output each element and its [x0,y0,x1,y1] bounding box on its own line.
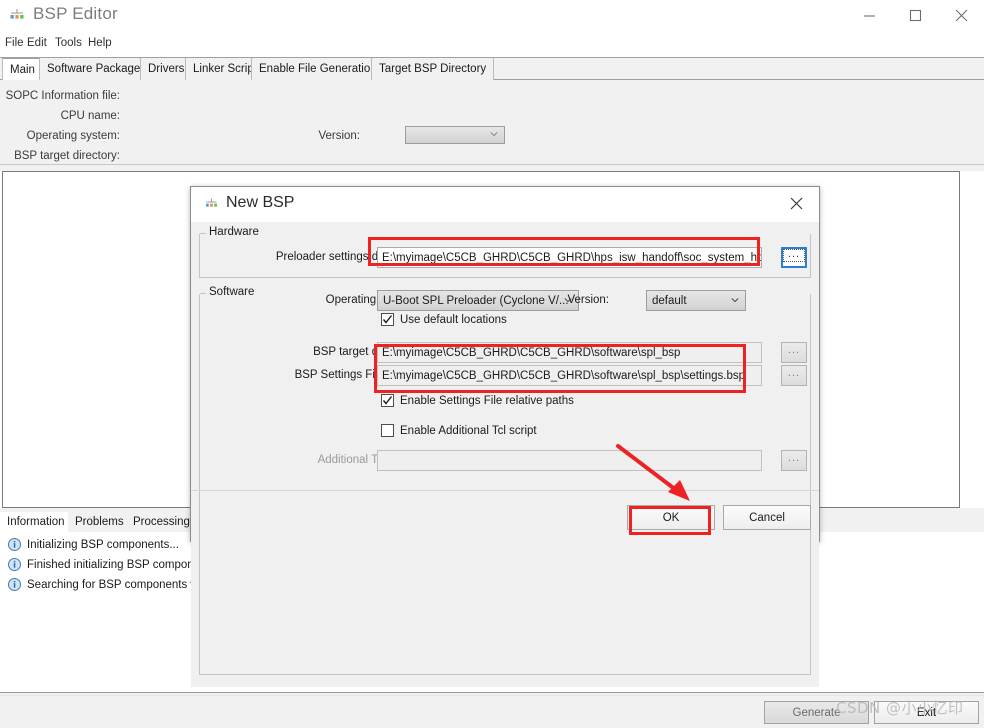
use-default-locations-checkbox[interactable]: Use default locations [381,313,507,326]
info-icon [8,558,21,571]
dialog-close-icon[interactable] [774,187,819,219]
bsp-editor-window: BSP Editor File Edit Tools Help Main Sof… [0,0,984,728]
enable-additional-tcl-label: Enable Additional Tcl script [400,424,537,437]
preloader-browse-label: ... [782,248,806,262]
bsp-settings-browse-label: ... [787,367,801,379]
bsp-settings-file-name-value: E:\myimage\C5CB_GHRD\C5CB_GHRD\software\… [382,369,746,382]
check-icon [382,396,393,405]
sopc-version-dropdown[interactable] [405,126,505,144]
bsp-settings-file-browse-button[interactable]: ... [781,365,807,386]
bsp-target-browse-label: ... [787,344,801,356]
menu-item-edit[interactable]: Edit [27,35,47,51]
additional-tcl-browse-label: ... [787,452,801,464]
log-tab-processing[interactable]: Processing [126,512,198,532]
window-titlebar: BSP Editor [0,0,984,33]
menu-bar: File Edit Tools Help [0,33,984,53]
bsp-target-directory-label: BSP target directory: [14,150,120,162]
sopc-info-panel: SOPC Information file: CPU name: Operati… [0,80,984,165]
version-value: default [652,294,687,307]
bsp-chip-icon [8,7,26,25]
log-tab-information[interactable]: Information [0,512,73,532]
content-right-rail [961,171,984,508]
menu-item-help[interactable]: Help [88,35,112,51]
action-bar: Generate Exit [0,692,984,728]
cpu-name-label: CPU name: [60,110,120,122]
enable-settings-file-relative-paths-checkbox[interactable]: Enable Settings File relative paths [381,394,574,407]
operating-system-label: Operating system: [26,130,120,142]
enable-relative-paths-label: Enable Settings File relative paths [400,394,574,407]
menu-item-tools[interactable]: Tools [55,35,82,51]
checkbox-box [381,394,394,407]
ok-button[interactable]: OK [627,505,715,530]
checkbox-box [381,424,394,437]
enable-additional-tcl-script-checkbox[interactable]: Enable Additional Tcl script [381,424,537,437]
chevron-down-icon [731,297,739,302]
bsp-target-directory-browse-button[interactable]: ... [781,342,807,363]
dialog-titlebar: New BSP [191,187,819,222]
bsp-settings-file-name-input[interactable]: E:\myimage\C5CB_GHRD\C5CB_GHRD\software\… [377,365,762,386]
info-icon [8,578,21,591]
close-icon[interactable] [938,0,984,30]
check-icon [382,315,393,324]
info-icon [8,538,21,551]
tab-enable-file-generation[interactable]: Enable File Generation [251,58,385,80]
tab-main[interactable]: Main [2,58,43,81]
bsp-target-directory-input[interactable]: E:\myimage\C5CB_GHRD\C5CB_GHRD\software\… [377,342,762,363]
generate-button[interactable]: Generate [764,701,869,724]
maximize-icon[interactable] [892,0,938,30]
tab-target-bsp-directory[interactable]: Target BSP Directory [371,58,495,80]
dialog-title: New BSP [226,194,295,211]
dialog-version-label: Version: [567,294,609,306]
preloader-settings-directory-value: E:\myimage\C5CB_GHRD\C5CB_GHRD\hps_isw_h… [382,251,762,264]
sopc-information-file-label: SOPC Information file: [5,90,120,102]
dialog-body: Hardware Preloader settings directory: E… [191,222,819,687]
window-title: BSP Editor [33,4,118,23]
preloader-browse-button[interactable]: ... [781,247,807,268]
tab-software-packages[interactable]: Software Packages [39,58,155,80]
dialog-separator [191,490,819,491]
minimize-icon[interactable] [846,0,892,30]
use-default-locations-label: Use default locations [400,313,507,326]
new-bsp-dialog: New BSP Hardware Preloader settings dire… [190,186,820,687]
menu-item-file[interactable]: File [5,35,24,51]
preloader-settings-directory-input[interactable]: E:\myimage\C5CB_GHRD\C5CB_GHRD\hps_isw_h… [377,247,762,268]
cancel-button[interactable]: Cancel [723,505,811,530]
log-entry: Initializing BSP components... [8,536,179,553]
exit-button[interactable]: Exit [874,701,979,724]
hardware-group-title: Hardware [206,226,262,238]
bsp-chip-icon [204,197,219,212]
additional-tcl-script-input[interactable] [377,450,762,471]
bsp-target-directory-value: E:\myimage\C5CB_GHRD\C5CB_GHRD\software\… [382,346,681,359]
version-dropdown[interactable]: default [646,290,746,311]
log-entry-text: Initializing BSP components... [27,538,179,551]
log-tab-problems[interactable]: Problems [68,512,132,532]
checkbox-box [381,313,394,326]
chevron-down-icon [490,132,498,137]
sopc-version-label: Version: [318,130,360,142]
main-tabstrip: Main Software Packages Drivers Linker Sc… [0,57,984,81]
additional-tcl-browse-button[interactable]: ... [781,450,807,471]
